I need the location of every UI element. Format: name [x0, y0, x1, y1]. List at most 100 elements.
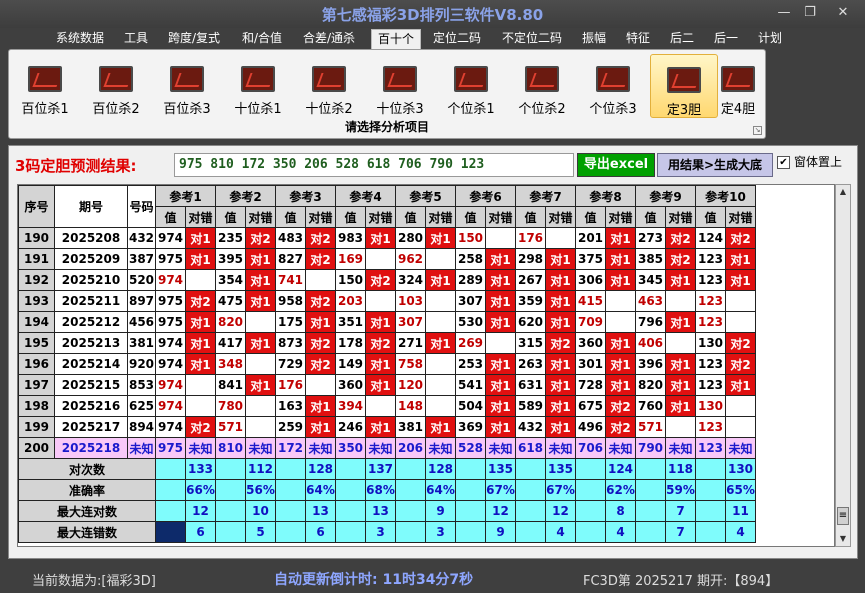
- row-result: 对1: [425, 269, 456, 291]
- row-value: 206: [395, 437, 426, 459]
- row-value: 280: [395, 227, 426, 249]
- table-row[interactable]: 199 2025217 894 974 对2 571 259 对1 246 对1 381 对1 369 对…: [18, 416, 756, 438]
- row-result: 对1: [425, 332, 456, 354]
- row-index: 195: [18, 332, 55, 354]
- table-row[interactable]: 192 2025210 520 974 354 对1 741 150 对2 324 对1 289 对1 2…: [18, 269, 756, 291]
- table-row[interactable]: 191 2025209 387 975 对1 395 对1 827 对2 169 962 258 对1 2…: [18, 248, 756, 270]
- row-value: 130: [695, 395, 726, 417]
- row-result: 对1: [545, 374, 576, 396]
- row-period: 2025211: [54, 290, 128, 312]
- ribbon-button-label: 个位杀2: [518, 102, 566, 117]
- stat-spacer: [275, 458, 306, 480]
- menu-item[interactable]: 不定位二码: [496, 29, 568, 49]
- row-value: 258: [455, 248, 486, 270]
- ribbon-button[interactable]: 十位杀2: [295, 54, 363, 118]
- table-row[interactable]: 193 2025211 897 975 对2 475 对1 958 对2 203 103 307 对1 3…: [18, 290, 756, 312]
- stat-value: 13: [305, 500, 336, 522]
- menu-item[interactable]: 合差/通杀: [297, 29, 361, 49]
- row-result: 对1: [605, 332, 636, 354]
- row-value: 306: [575, 269, 606, 291]
- scroll-down-icon[interactable]: ▼: [836, 532, 850, 546]
- menu-item[interactable]: 后一: [708, 29, 744, 49]
- menu-item[interactable]: 定位二码: [427, 29, 487, 49]
- row-value: 541: [455, 374, 486, 396]
- table-row-pending[interactable]: 200 2025218 未知 975 未知 810 未知 172 未知 350 未知 206 未知 528…: [18, 437, 756, 459]
- row-index: 192: [18, 269, 55, 291]
- row-value: 130: [695, 332, 726, 354]
- menu-item[interactable]: 特征: [620, 29, 656, 49]
- row-number: 894: [127, 416, 156, 438]
- minimize-button[interactable]: —: [771, 4, 797, 22]
- table-row[interactable]: 190 2025208 432 974 对1 235 对2 483 对2 983 对1 280 对1 15…: [18, 227, 756, 249]
- ribbon-button[interactable]: 个位杀2: [508, 54, 576, 118]
- row-value: 203: [335, 290, 366, 312]
- menu-item[interactable]: 百十个: [371, 29, 422, 49]
- ribbon-button-label: 十位杀1: [234, 102, 282, 117]
- ribbon-button[interactable]: 定3胆: [650, 54, 718, 118]
- column-header-ref: 参考4: [335, 185, 396, 207]
- menu-item[interactable]: 跨度/复式: [162, 29, 226, 49]
- stat-value: 62%: [605, 479, 636, 501]
- scroll-thumb[interactable]: [837, 507, 849, 525]
- row-value: 350: [335, 437, 366, 459]
- row-value: 841: [215, 374, 246, 396]
- row-result: 未知: [365, 437, 396, 459]
- menu-item[interactable]: 和/合值: [236, 29, 288, 49]
- menu-item[interactable]: 计划: [752, 29, 788, 49]
- row-value: 415: [575, 290, 606, 312]
- ribbon-button[interactable]: 个位杀1: [437, 54, 505, 118]
- column-header-result: 对错: [245, 206, 276, 228]
- stat-spacer: [515, 500, 546, 522]
- stat-value: 12: [485, 500, 516, 522]
- stat-value: 4: [545, 521, 576, 543]
- table-row[interactable]: 197 2025215 853 974 841 对1 176 360 对1 120 541 对1 631…: [18, 374, 756, 396]
- generate-base-button[interactable]: 用结果>生成大底: [657, 153, 773, 177]
- row-value: 974: [155, 269, 186, 291]
- table-row[interactable]: 196 2025214 920 974 对1 348 729 对2 149 对1 758 253 对1 2…: [18, 353, 756, 375]
- vertical-scrollbar[interactable]: ▲ ▼: [835, 184, 851, 547]
- column-header-value: 值: [635, 206, 666, 228]
- row-result: 对2: [665, 227, 696, 249]
- menu-item[interactable]: 工具: [118, 29, 154, 49]
- table-row[interactable]: 194 2025212 456 975 对1 820 175 对1 351 对1 307 530 对1 6…: [18, 311, 756, 333]
- ribbon-button[interactable]: 个位杀3: [579, 54, 647, 118]
- stat-label: 准确率: [18, 479, 156, 501]
- stat-value: 124: [605, 458, 636, 480]
- ribbon-button[interactable]: 十位杀1: [224, 54, 292, 118]
- restore-button[interactable]: ❐: [797, 4, 823, 22]
- row-value: 354: [215, 269, 246, 291]
- stat-spacer: [335, 521, 366, 543]
- table-row[interactable]: 198 2025216 625 974 780 163 对1 394 148 504 对1 589 对1…: [18, 395, 756, 417]
- row-number: 897: [127, 290, 156, 312]
- ribbon-button[interactable]: 定4胆: [714, 54, 762, 118]
- menu-item[interactable]: 后二: [664, 29, 700, 49]
- row-value: 827: [275, 248, 306, 270]
- scroll-up-icon[interactable]: ▲: [836, 185, 850, 199]
- row-value: 123: [695, 416, 726, 438]
- ribbon-button[interactable]: 十位杀3: [366, 54, 434, 118]
- prediction-result-field[interactable]: 975 810 172 350 206 528 618 706 790 123: [174, 153, 574, 177]
- row-value: 148: [395, 395, 426, 417]
- topmost-checkbox[interactable]: ✔: [777, 156, 790, 169]
- stat-spacer: [455, 458, 486, 480]
- stat-spacer: [575, 479, 606, 501]
- export-excel-button[interactable]: 导出excel: [577, 153, 655, 177]
- row-value: 820: [215, 311, 246, 333]
- row-value: 496: [575, 416, 606, 438]
- row-value: 589: [515, 395, 546, 417]
- ribbon-expand-icon[interactable]: ↘: [753, 126, 762, 135]
- menu-item[interactable]: 系统数据: [50, 29, 110, 49]
- ribbon-button-label: 个位杀1: [447, 102, 495, 117]
- row-result: [665, 290, 696, 312]
- stat-value: 13: [365, 500, 396, 522]
- ribbon-button[interactable]: 百位杀2: [82, 54, 150, 118]
- table-row[interactable]: 195 2025213 381 974 对1 417 对1 873 对2 178 对2 271 对1 26…: [18, 332, 756, 354]
- ribbon-button[interactable]: 百位杀3: [153, 54, 221, 118]
- column-header-result: 对错: [725, 206, 756, 228]
- stat-spacer: [515, 479, 546, 501]
- row-value: 974: [155, 227, 186, 249]
- menu-item[interactable]: 振幅: [576, 29, 612, 49]
- close-button[interactable]: ✕: [830, 4, 856, 22]
- row-result: 未知: [305, 437, 336, 459]
- ribbon-button[interactable]: 百位杀1: [11, 54, 79, 118]
